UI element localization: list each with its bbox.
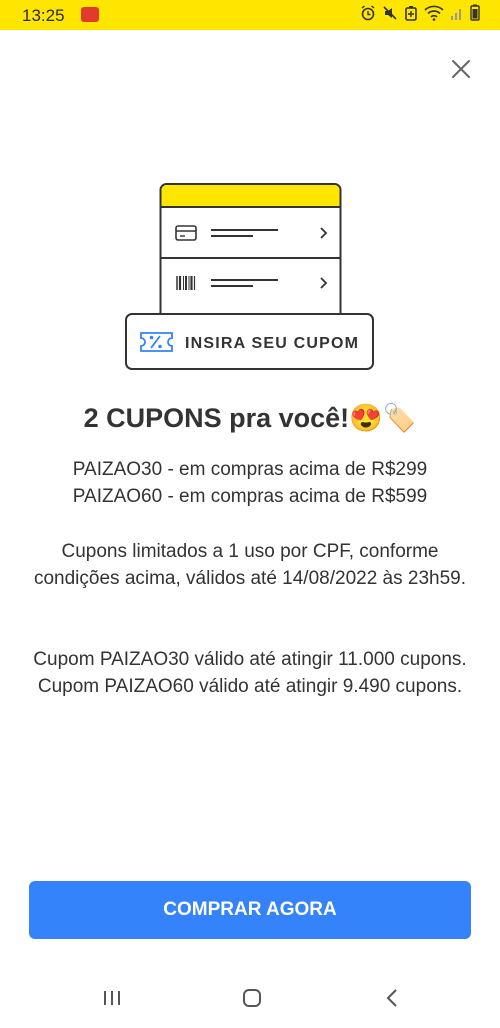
coupon-line: PAIZAO60 - em compras acima de R$599 xyxy=(72,486,428,507)
conditions-paragraph: Cupons limitados a 1 uso por CPF, confor… xyxy=(33,541,467,589)
back-button[interactable] xyxy=(377,985,407,1011)
home-icon[interactable] xyxy=(237,985,267,1011)
alarm-icon xyxy=(360,4,376,26)
coupon-illustration: INSIRA SEU CUPOM xyxy=(125,183,374,370)
battery-icon xyxy=(470,4,480,26)
signal-icon xyxy=(450,5,464,26)
home-button[interactable] xyxy=(237,985,267,1011)
coupon-list: PAIZAO30 - em compras acima de R$299 PAI… xyxy=(20,456,480,510)
limit-line: Cupom PAIZAO60 válido até atingir 9.490 … xyxy=(37,676,463,697)
coupon-line: PAIZAO30 - em compras acima de R$299 xyxy=(72,459,428,480)
headline-emojis: 😍🏷️ xyxy=(349,403,417,433)
recent-apps-button[interactable] xyxy=(97,985,127,1011)
close-button[interactable] xyxy=(448,56,474,82)
headline: 2 CUPONS pra você!😍🏷️ xyxy=(0,402,500,434)
app-notification-icon xyxy=(81,7,99,22)
headline-text: 2 CUPONS pra você! xyxy=(83,403,350,433)
limits-text: Cupom PAIZAO30 válido até atingir 11.000… xyxy=(20,646,480,700)
close-icon[interactable] xyxy=(448,56,474,82)
status-time: 13:25 xyxy=(22,6,65,25)
conditions-text: Cupons limitados a 1 uso por CPF, confor… xyxy=(20,538,480,592)
status-icons xyxy=(360,4,480,26)
buy-now-button[interactable]: COMPRAR AGORA xyxy=(29,881,471,939)
battery-saver-icon xyxy=(404,5,418,26)
back-icon[interactable] xyxy=(377,985,407,1011)
recent-apps-icon[interactable] xyxy=(97,985,127,1011)
mute-icon xyxy=(382,5,398,26)
navigation-bar xyxy=(0,970,500,1028)
coupon-input-label: INSIRA SEU CUPOM xyxy=(185,335,359,352)
barcode-icon xyxy=(176,276,196,290)
status-bar: 13:25 xyxy=(0,0,500,30)
limit-line: Cupom PAIZAO30 válido até atingir 11.000… xyxy=(33,649,467,670)
wifi-icon xyxy=(424,5,444,26)
